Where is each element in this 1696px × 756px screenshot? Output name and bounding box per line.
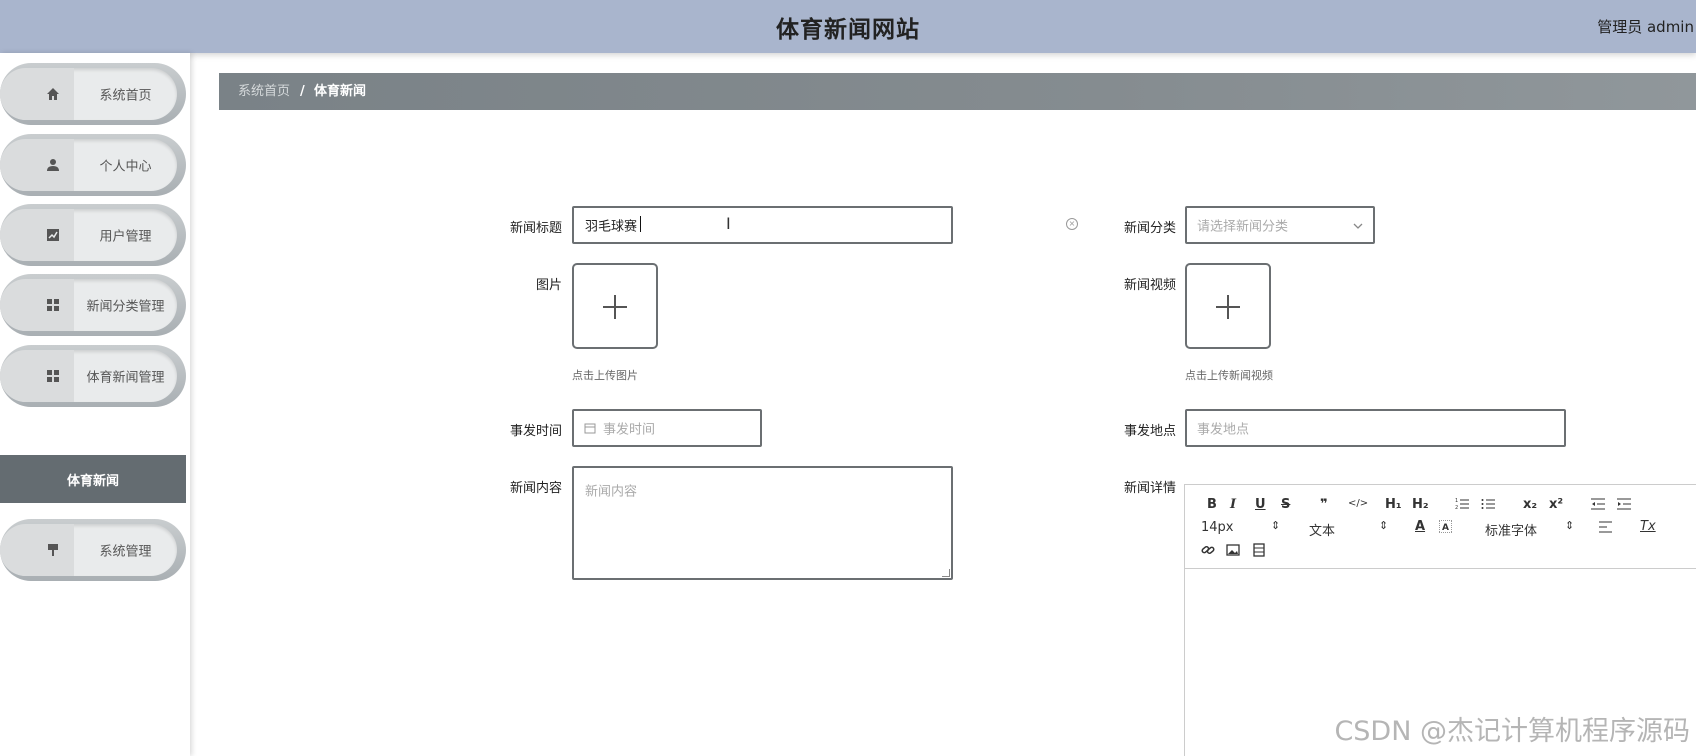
watermark: CSDN @杰记计算机程序源码 bbox=[1334, 716, 1690, 747]
align-left-icon[interactable] bbox=[1599, 521, 1612, 533]
h2-button[interactable]: H₂ bbox=[1412, 497, 1429, 512]
title-label: 新闻标题 bbox=[509, 221, 562, 236]
breadcrumb-separator: / bbox=[300, 84, 305, 99]
updown-arrow-icon: ⇕ bbox=[1271, 519, 1281, 532]
editor-toolbar: B I U S ❞ </> H₁ H₂ 12 x₂ x² 14px ⇕ 文本 ⇕… bbox=[1185, 485, 1696, 569]
breadcrumb: 系统首页 / 体育新闻 bbox=[219, 73, 1696, 110]
brush-icon bbox=[48, 544, 58, 556]
font-color-button[interactable]: A bbox=[1415, 519, 1425, 534]
text-cursor bbox=[640, 216, 641, 232]
image-icon[interactable] bbox=[1226, 543, 1240, 557]
title-value: 羽毛球赛 bbox=[585, 219, 638, 235]
sidebar-item-profile[interactable]: 个人中心 bbox=[0, 134, 186, 196]
image-hint: 点击上传图片 bbox=[572, 369, 638, 382]
video-label: 新闻视频 bbox=[1123, 278, 1176, 293]
svg-text:1: 1 bbox=[1455, 498, 1458, 504]
sidebar-item-label: 系统管理 bbox=[99, 544, 152, 560]
top-header: 体育新闻网站 管理员 admin bbox=[0, 0, 1696, 53]
ibeam-cursor-icon: I bbox=[726, 214, 731, 233]
sidebar-item-users[interactable]: 用户管理 bbox=[0, 204, 186, 266]
h1-button[interactable]: H₁ bbox=[1385, 497, 1402, 512]
code-button[interactable]: </> bbox=[1348, 498, 1368, 509]
sidebar-item-label: 新闻分类管理 bbox=[86, 299, 165, 315]
svg-text:2: 2 bbox=[1455, 505, 1458, 511]
time-label: 事发时间 bbox=[509, 424, 562, 439]
home-icon bbox=[47, 88, 59, 100]
updown-arrow-icon: ⇕ bbox=[1565, 519, 1575, 532]
video-hint: 点击上传新闻视频 bbox=[1185, 369, 1273, 382]
sidebar-item-news-category[interactable]: 新闻分类管理 bbox=[0, 274, 186, 336]
category-placeholder: 请选择新闻分类 bbox=[1197, 219, 1289, 235]
link-icon[interactable] bbox=[1201, 543, 1215, 557]
svg-text:A: A bbox=[1442, 523, 1449, 533]
place-label: 事发地点 bbox=[1123, 424, 1176, 439]
grid-icon bbox=[47, 299, 59, 311]
image-upload[interactable] bbox=[572, 263, 658, 349]
grid-icon bbox=[47, 370, 59, 382]
superscript-button[interactable]: x² bbox=[1549, 497, 1563, 512]
font-size-select[interactable]: 14px bbox=[1201, 520, 1234, 535]
content-label: 新闻内容 bbox=[509, 481, 562, 496]
video-upload[interactable] bbox=[1185, 263, 1271, 349]
clear-format-button[interactable]: Tx bbox=[1640, 519, 1656, 534]
ordered-list-icon[interactable]: 12 bbox=[1455, 497, 1469, 511]
submenu-item-sports-news[interactable]: 体育新闻 bbox=[0, 455, 186, 503]
time-placeholder: 事发时间 bbox=[603, 422, 656, 438]
place-input[interactable]: 事发地点 bbox=[1185, 409, 1566, 447]
detail-label: 新闻详情 bbox=[1123, 481, 1176, 496]
chart-icon bbox=[47, 229, 59, 241]
outdent-icon[interactable] bbox=[1591, 497, 1605, 511]
content-textarea[interactable]: 新闻内容 bbox=[572, 466, 953, 580]
background-color-icon[interactable]: A bbox=[1439, 520, 1452, 533]
indent-icon[interactable] bbox=[1617, 497, 1631, 511]
underline-button[interactable]: U bbox=[1255, 497, 1266, 512]
breadcrumb-current: 体育新闻 bbox=[314, 84, 367, 99]
sidebar-item-system[interactable]: 系统管理 bbox=[0, 519, 186, 581]
strike-button[interactable]: S bbox=[1281, 497, 1290, 512]
sidebar-item-sports-news[interactable]: 体育新闻管理 bbox=[0, 345, 186, 407]
font-family-select[interactable]: 标准字体 bbox=[1485, 520, 1537, 539]
user-info[interactable]: 管理员 admin bbox=[1597, 16, 1694, 37]
breadcrumb-home[interactable]: 系统首页 bbox=[238, 73, 290, 110]
sidebar-item-label: 系统首页 bbox=[99, 88, 152, 104]
place-placeholder: 事发地点 bbox=[1197, 422, 1250, 438]
sidebar-item-label: 用户管理 bbox=[99, 229, 152, 245]
chevron-down-icon bbox=[1353, 223, 1363, 229]
bold-button[interactable]: B bbox=[1207, 497, 1217, 512]
sidebar-item-label: 体育新闻管理 bbox=[86, 370, 165, 386]
content-placeholder: 新闻内容 bbox=[585, 484, 638, 500]
video-icon[interactable] bbox=[1252, 543, 1266, 557]
header-type-select[interactable]: 文本 bbox=[1309, 520, 1335, 539]
user-icon bbox=[47, 159, 59, 171]
sidebar-item-home[interactable]: 系统首页 bbox=[0, 63, 186, 125]
bullet-list-icon[interactable] bbox=[1481, 497, 1495, 511]
updown-arrow-icon: ⇕ bbox=[1379, 519, 1389, 532]
subscript-button[interactable]: x₂ bbox=[1523, 497, 1537, 512]
sidebar: 系统首页 个人中心 用户管理 新闻分类管理 体育新闻管理 体育新闻 系统管理 bbox=[0, 53, 190, 756]
image-label: 图片 bbox=[535, 278, 562, 293]
calendar-icon bbox=[584, 423, 596, 434]
clear-icon[interactable]: × bbox=[1066, 218, 1078, 230]
category-select[interactable]: 请选择新闻分类 bbox=[1185, 206, 1375, 244]
resize-handle[interactable] bbox=[942, 569, 950, 577]
time-input[interactable]: 事发时间 bbox=[572, 409, 762, 447]
quote-button[interactable]: ❞ bbox=[1320, 497, 1328, 512]
site-title: 体育新闻网站 bbox=[776, 17, 920, 43]
sidebar-item-label: 个人中心 bbox=[99, 159, 152, 175]
title-input[interactable]: 羽毛球赛 I bbox=[572, 206, 953, 244]
italic-button[interactable]: I bbox=[1230, 497, 1236, 512]
category-label: 新闻分类 bbox=[1123, 221, 1176, 236]
